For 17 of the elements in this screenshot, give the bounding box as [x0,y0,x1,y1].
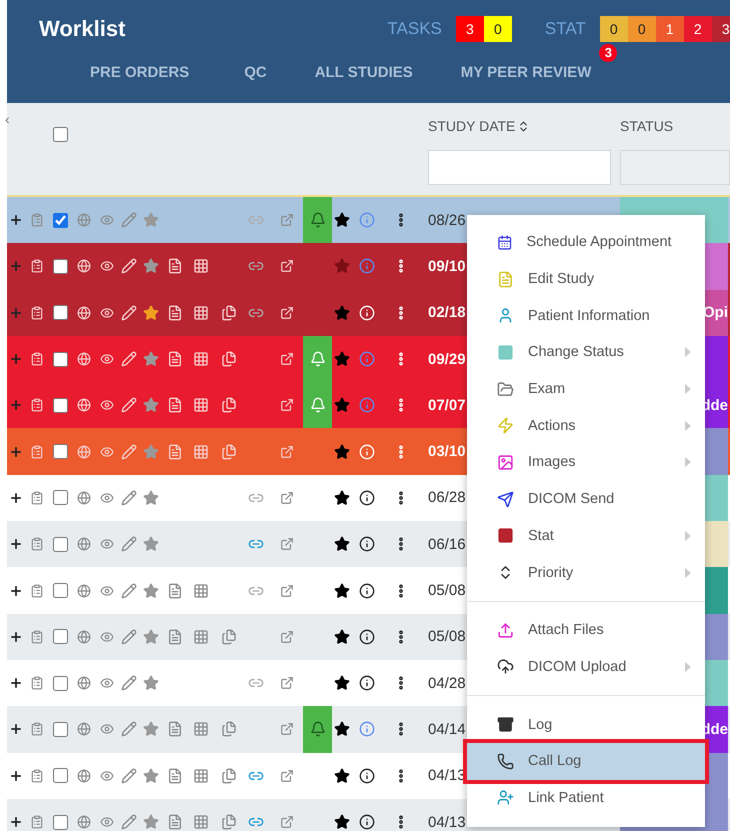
date-cell: 07/07 [428,396,466,414]
date-cell: 03/10 [428,443,466,460]
date-cell: 05/08 [428,628,466,646]
tasks-label: TASKS [387,19,442,39]
date-cell: 04/14 [428,720,466,738]
page-title: Worklist [39,16,126,42]
date-cell: 08/26 [428,212,466,229]
date-cell: 09/10 [428,258,466,275]
date-cell: 06/28 [428,489,466,506]
date-cell: 02/18 [428,304,466,322]
date-cell: 04/13 [428,814,466,830]
date-cell: 06/16 [428,536,466,553]
date-cell: 05/08 [428,582,466,600]
stat-label: STAT [544,19,586,39]
date-cell: 04/28 [428,674,466,692]
count-badge: 3 [599,44,618,62]
date-cell: 09/29 [428,350,466,368]
